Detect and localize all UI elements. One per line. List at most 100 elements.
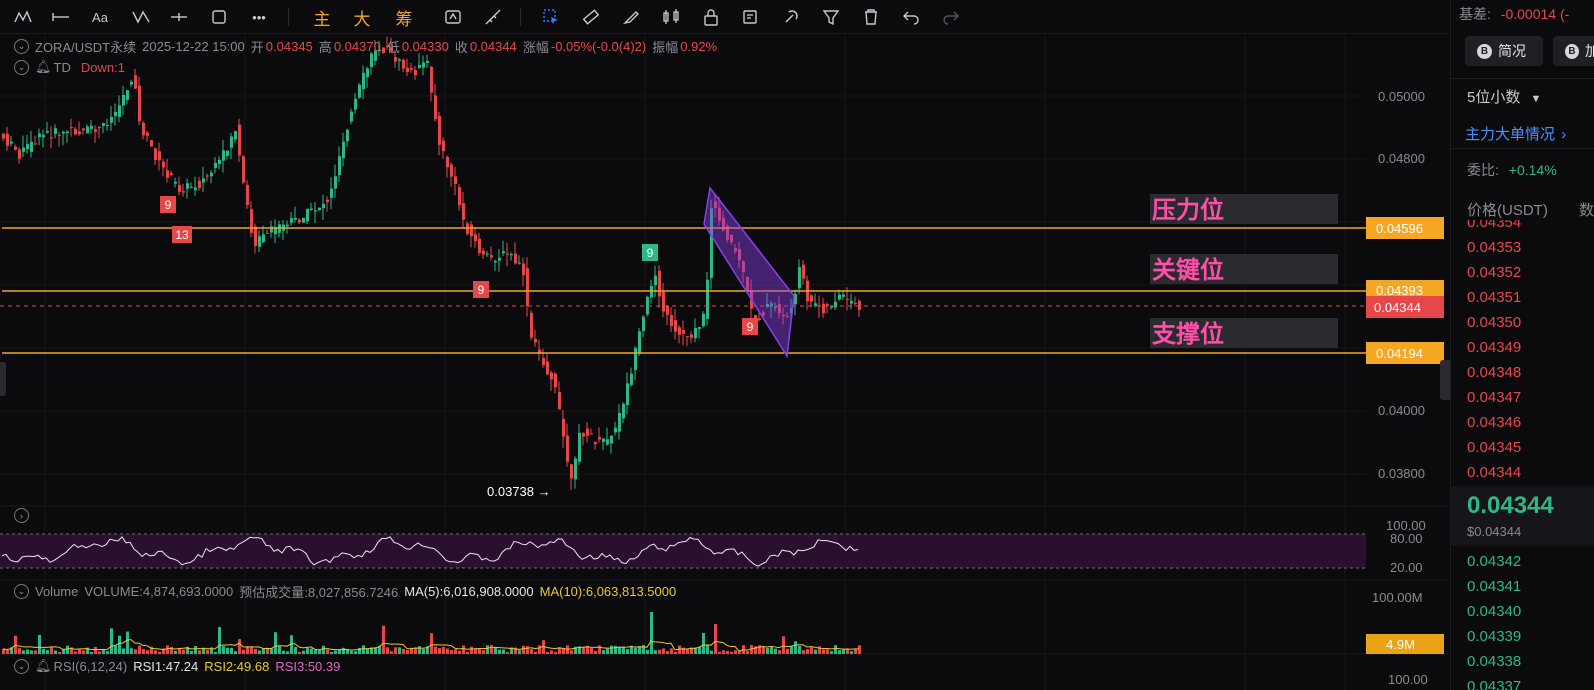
ask-row[interactable]: 0.04347 (1467, 389, 1521, 406)
candle-body (502, 251, 505, 254)
delete-icon[interactable] (858, 4, 884, 30)
candle-body (798, 267, 801, 289)
large-order-button[interactable]: 大 (350, 4, 374, 30)
left-panel-handle[interactable] (0, 362, 6, 396)
trend-icon[interactable] (128, 4, 154, 30)
bid-row[interactable]: 0.04340 (1467, 603, 1521, 620)
volume-bar (90, 651, 93, 654)
ask-row[interactable]: 0.04348 (1467, 364, 1521, 381)
collapse-icon[interactable]: ⌄ (14, 59, 29, 75)
rectangle-icon[interactable] (206, 4, 232, 30)
select-icon[interactable] (538, 4, 564, 30)
candle-body (530, 312, 533, 338)
ruler-icon[interactable] (578, 4, 604, 30)
collapse-icon[interactable]: ⌄ (14, 584, 29, 599)
candle-body (566, 435, 569, 462)
candle-body (90, 125, 93, 130)
candle-body (702, 313, 705, 327)
volume-bar (386, 647, 389, 654)
decimals-select[interactable]: 5位小数 ▼ (1467, 86, 1541, 107)
volume-bar (606, 648, 609, 654)
volume-bar (530, 649, 533, 654)
line-icon[interactable] (48, 4, 74, 30)
volume-bar (318, 649, 321, 654)
ask-row[interactable]: 0.04352 (1467, 264, 1521, 281)
candle-body (106, 125, 109, 127)
bid-row[interactable]: 0.04339 (1467, 628, 1521, 645)
candle-body (486, 253, 489, 255)
bell-icon[interactable]: 🔔︎ (35, 59, 52, 75)
candle-body (298, 219, 301, 223)
candle-body (814, 303, 817, 306)
ask-row[interactable]: 0.04349 (1467, 339, 1521, 356)
magnet-icon[interactable] (778, 4, 804, 30)
bid-row[interactable]: 0.04341 (1467, 578, 1521, 595)
overview-button[interactable]: B 简况 (1465, 36, 1543, 66)
candle-body (442, 140, 445, 152)
candle-body (354, 98, 357, 110)
chart-area[interactable]: 压力位 关键位 支撑位 9 13 9 9 9 0.03738 → 0.05000… (0, 34, 1448, 690)
bid-row[interactable]: 0.04338 (1467, 653, 1521, 670)
measure-icon[interactable] (480, 4, 506, 30)
collapse-icon[interactable]: ⌄ (14, 39, 29, 54)
volume-bar (770, 647, 773, 654)
redo-icon[interactable] (938, 4, 964, 30)
volume-bar (14, 635, 17, 654)
indicator-icon[interactable] (10, 4, 36, 30)
candle-body (98, 127, 101, 129)
candle-body (674, 320, 677, 332)
bid-row[interactable]: 0.04337 (1467, 678, 1521, 690)
volume-bar (634, 647, 637, 654)
right-panel-handle[interactable] (1440, 360, 1450, 400)
price-tick: 0.05000 (1378, 89, 1425, 104)
volume-bar (482, 650, 485, 654)
ask-row[interactable]: 0.04344 (1467, 464, 1521, 481)
decimals-value: 5位小数 (1467, 89, 1521, 106)
candle-body (526, 268, 529, 307)
brand-icon: B (1477, 43, 1492, 59)
lock-icon[interactable] (698, 4, 724, 30)
candle-body (422, 62, 425, 68)
candle-body (302, 217, 305, 223)
candle-body (70, 127, 73, 129)
volume-bar (826, 649, 829, 654)
bid-row[interactable]: 0.04342 (1467, 553, 1521, 570)
candle-body (162, 161, 165, 168)
chip-distribution-button[interactable]: 筹 (392, 4, 416, 30)
undo-icon[interactable] (898, 4, 924, 30)
edit-icon[interactable] (738, 4, 764, 30)
volume-bar (46, 650, 49, 654)
ask-row[interactable]: 0.04345 (1467, 439, 1521, 456)
candle-body (206, 175, 209, 177)
crosshair-icon[interactable] (166, 4, 192, 30)
collapse-icon[interactable]: ⌄ (14, 658, 29, 674)
more-icon[interactable]: ••• (246, 4, 272, 30)
candle-body (366, 68, 369, 78)
main-indicator-button[interactable]: 主 (310, 4, 334, 30)
candle-body (134, 75, 137, 89)
add-button[interactable]: B 加 (1553, 36, 1594, 66)
candle-body (694, 328, 697, 339)
candle-icon[interactable] (658, 4, 684, 30)
candle-body (122, 94, 125, 106)
main-orders-link[interactable]: 主力大单情况 › (1465, 123, 1566, 144)
candle-body (534, 339, 537, 343)
volume-bar (434, 646, 437, 654)
bell-icon[interactable]: 🔔︎ (35, 658, 52, 674)
candle-body (166, 170, 169, 178)
brush-icon[interactable] (618, 4, 644, 30)
volume-bar (254, 648, 257, 654)
candle-body (810, 295, 813, 302)
screenshot-icon[interactable] (440, 4, 466, 30)
text-tool-icon[interactable]: Aa (86, 4, 114, 30)
candle-body (50, 137, 53, 139)
ask-row[interactable]: 0.04346 (1467, 414, 1521, 431)
volume-bar (822, 649, 825, 654)
filter-icon[interactable] (818, 4, 844, 30)
change-value: -0.05%(-0.0(4)2) (550, 39, 647, 54)
ask-row[interactable]: 0.04351 (1467, 289, 1521, 306)
expand-icon[interactable]: › (14, 508, 29, 523)
ask-row[interactable]: 0.04350 (1467, 314, 1521, 331)
volume-bar (114, 645, 117, 654)
ask-row[interactable]: 0.04353 (1467, 239, 1521, 256)
